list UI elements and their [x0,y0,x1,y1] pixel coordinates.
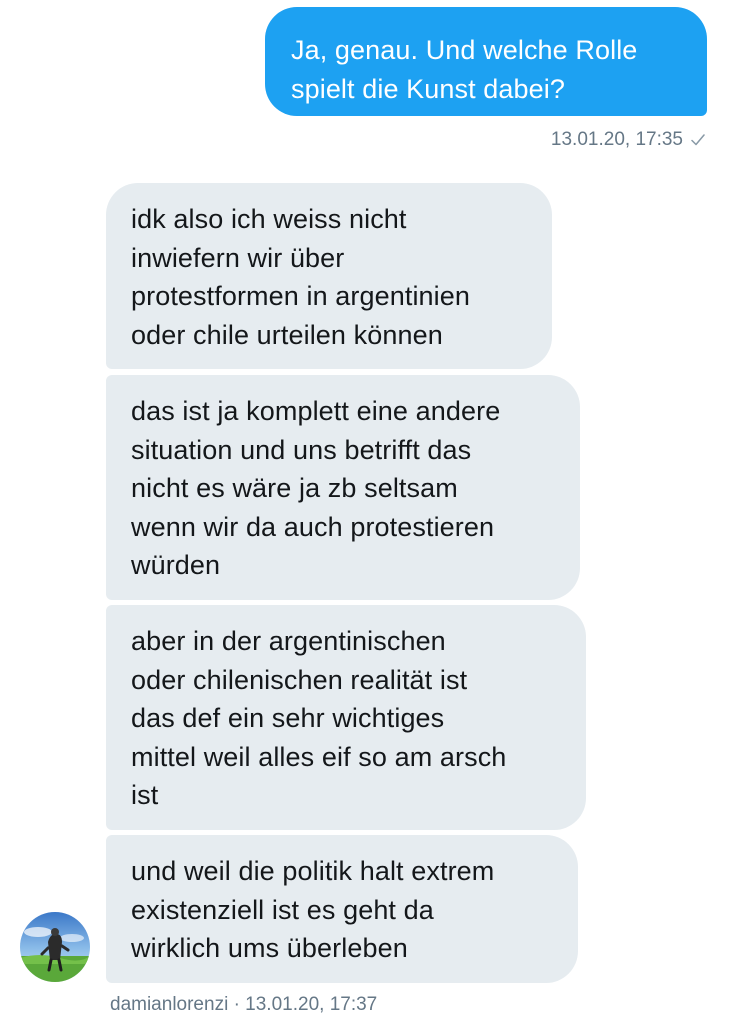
avatar-image [20,912,90,982]
received-message-bubble[interactable]: und weil die politik halt extrem existen… [106,835,578,983]
sent-message-timestamp: 13.01.20, 17:35 [550,129,683,150]
sent-message-meta: 13.01.20, 17:35 [551,129,705,151]
sent-check-icon [691,134,705,146]
received-message-bubble[interactable]: idk also ich weiss nicht inwiefern wir ü… [106,183,552,369]
received-message-bubble[interactable]: aber in der argentinischen oder chilenis… [106,605,586,830]
received-message-bubble[interactable]: das ist ja komplett eine andere situatio… [106,375,580,600]
avatar[interactable] [20,912,90,982]
received-message-meta: damianlorenzi · 13.01.20, 17:37 [110,994,378,1015]
sent-message-bubble[interactable]: Ja, genau. Und welche Rolle spielt die K… [265,7,707,116]
